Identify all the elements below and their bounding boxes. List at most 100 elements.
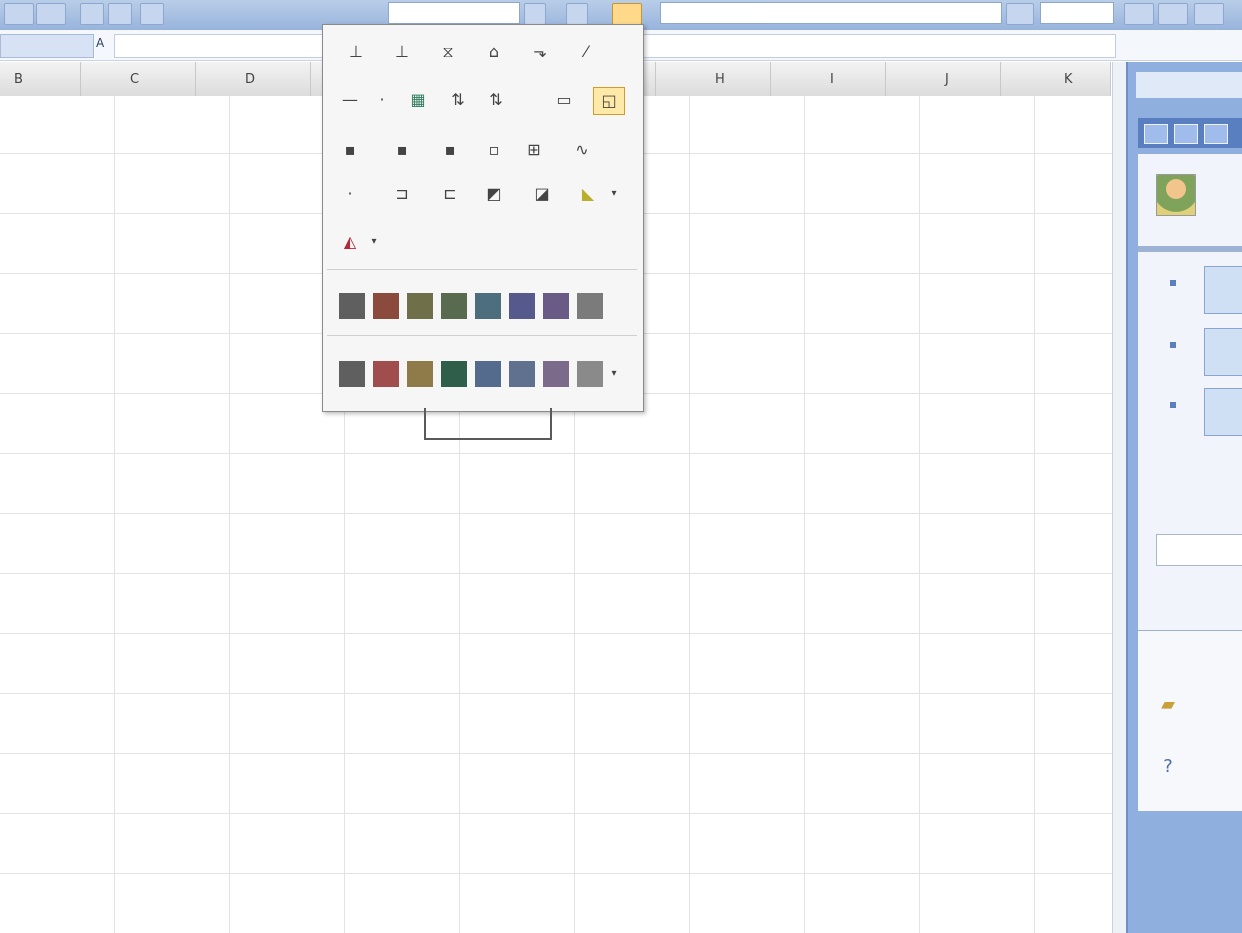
border-bottom-icon[interactable]: ⊥ bbox=[341, 39, 371, 65]
insert-function-icon[interactable]: A bbox=[96, 36, 104, 50]
bullet-icon bbox=[1170, 280, 1176, 286]
palette-row: ▪ ▪ ▪ ▫ ⊞ ∿ bbox=[331, 137, 631, 171]
color-swatch[interactable] bbox=[339, 361, 365, 387]
color-swatch[interactable] bbox=[509, 361, 535, 387]
color-swatch[interactable] bbox=[577, 293, 603, 319]
name-box[interactable] bbox=[0, 34, 94, 58]
border-thick-icon[interactable]: ⧖ bbox=[433, 39, 463, 65]
color-swatch[interactable] bbox=[577, 361, 603, 387]
vertical-scrollbar[interactable] bbox=[1112, 62, 1127, 933]
color-swatch[interactable] bbox=[475, 361, 501, 387]
dash-icon[interactable]: — bbox=[335, 87, 365, 113]
column-label: J bbox=[945, 72, 949, 87]
style-select[interactable] bbox=[660, 2, 1002, 24]
column-header[interactable]: D bbox=[195, 62, 311, 96]
toolbar-button[interactable] bbox=[108, 3, 132, 25]
swatch-row: ▾ bbox=[333, 357, 633, 391]
home-button[interactable] bbox=[1204, 124, 1228, 144]
color-swatch[interactable] bbox=[373, 361, 399, 387]
wave-icon[interactable]: ∿ bbox=[567, 137, 597, 163]
border-style-icon[interactable]: ◱ bbox=[593, 87, 625, 115]
border-diagonal-icon[interactable]: ⬎ bbox=[525, 39, 555, 65]
column-label: H bbox=[715, 72, 725, 87]
column-label: I bbox=[830, 72, 834, 87]
color-swatch[interactable] bbox=[509, 293, 535, 319]
toolbar-button[interactable] bbox=[1124, 3, 1154, 25]
sort-icon[interactable]: ⇅ bbox=[443, 87, 473, 113]
column-header[interactable]: K bbox=[1000, 62, 1111, 96]
color-swatch[interactable] bbox=[441, 361, 467, 387]
border-top-icon[interactable]: ⌂ bbox=[479, 39, 509, 65]
chevron-down-icon[interactable]: ▾ bbox=[607, 361, 621, 387]
borders-dropdown-button[interactable] bbox=[612, 3, 642, 25]
grid-icon[interactable]: ⊞ bbox=[519, 137, 549, 163]
color-swatch[interactable] bbox=[441, 293, 467, 319]
square-icon[interactable]: ▪ bbox=[335, 137, 365, 163]
fill-color-icon[interactable]: ◣ bbox=[573, 181, 603, 207]
borders-palette: ⊥ ⊥ ⧖ ⌂ ⬎ ⁄ — · ▦ ⇅ ⇅ ▭ ◱ ▪ ▪ ▪ ▫ ⊞ ∿ · … bbox=[322, 24, 644, 412]
bullet-icon bbox=[1170, 342, 1176, 348]
color-swatch[interactable] bbox=[373, 293, 399, 319]
task-pane-section: ▰ ? bbox=[1138, 630, 1242, 811]
square-icon[interactable]: ▪ bbox=[387, 137, 417, 163]
clip-art-icon bbox=[1156, 174, 1196, 216]
palette-row: · ⊐ ⊏ ◩ ◪ ◣ ▾ bbox=[331, 181, 631, 215]
color-swatch[interactable] bbox=[407, 293, 433, 319]
split-square-icon[interactable]: ◪ bbox=[527, 181, 557, 207]
back-button[interactable] bbox=[1144, 124, 1168, 144]
column-header[interactable]: I bbox=[770, 62, 886, 96]
bracket-left-icon[interactable]: ⊏ bbox=[435, 181, 465, 207]
palette-drag-handle[interactable] bbox=[424, 408, 552, 440]
color-swatch[interactable] bbox=[543, 361, 569, 387]
column-header[interactable]: J bbox=[885, 62, 1001, 96]
column-header[interactable]: B bbox=[0, 62, 81, 96]
bracket-right-icon[interactable]: ⊐ bbox=[387, 181, 417, 207]
column-header[interactable]: H bbox=[655, 62, 771, 96]
font-name-select[interactable] bbox=[388, 2, 520, 24]
column-header[interactable]: C bbox=[80, 62, 196, 96]
square-icon[interactable]: ▪ bbox=[435, 137, 465, 163]
toolbar-button[interactable] bbox=[1194, 3, 1224, 25]
dot-icon[interactable]: · bbox=[367, 87, 397, 113]
outline-icon[interactable]: ▫ bbox=[479, 137, 509, 163]
color-swatch[interactable] bbox=[339, 293, 365, 319]
task-pane-divider bbox=[1138, 246, 1242, 252]
color-swatch[interactable] bbox=[407, 361, 433, 387]
task-link[interactable] bbox=[1204, 266, 1242, 314]
toolbar-button[interactable] bbox=[4, 3, 34, 25]
draw-line-icon[interactable]: ⁄ bbox=[571, 39, 601, 65]
palette-divider bbox=[327, 269, 637, 270]
swatch-row bbox=[333, 289, 633, 323]
chevron-down-icon[interactable]: ▾ bbox=[367, 229, 381, 255]
column-label: B bbox=[14, 72, 23, 87]
color-swatch[interactable] bbox=[543, 293, 569, 319]
search-input[interactable] bbox=[1156, 534, 1242, 566]
toolbar-button[interactable] bbox=[80, 3, 104, 25]
fill-icon[interactable]: ▦ bbox=[403, 87, 433, 113]
task-link[interactable] bbox=[1204, 328, 1242, 376]
task-pane-header bbox=[1136, 72, 1242, 98]
help-icon[interactable]: ? bbox=[1156, 755, 1180, 779]
task-pane-nav bbox=[1138, 118, 1242, 148]
split-square-icon[interactable]: ◩ bbox=[479, 181, 509, 207]
box-icon[interactable]: ▭ bbox=[549, 87, 579, 113]
toolbar-button[interactable] bbox=[36, 3, 66, 25]
toolbar-button[interactable] bbox=[1006, 3, 1034, 25]
toolbar-button[interactable] bbox=[566, 3, 588, 25]
font-color-icon[interactable]: ◭ bbox=[335, 229, 365, 255]
toolbar-button[interactable] bbox=[1158, 3, 1188, 25]
font-size-select[interactable] bbox=[1040, 2, 1114, 24]
color-swatch[interactable] bbox=[475, 293, 501, 319]
sort-icon[interactable]: ⇅ bbox=[481, 87, 511, 113]
forward-button[interactable] bbox=[1174, 124, 1198, 144]
folder-icon[interactable]: ▰ bbox=[1156, 693, 1180, 717]
toolbar-button[interactable] bbox=[140, 3, 164, 25]
task-link[interactable] bbox=[1204, 388, 1242, 436]
border-bottom-double-icon[interactable]: ⊥ bbox=[387, 39, 417, 65]
column-label: D bbox=[245, 72, 256, 87]
palette-row: — · ▦ ⇅ ⇅ ▭ ◱ bbox=[331, 87, 631, 121]
dot-icon[interactable]: · bbox=[335, 181, 365, 207]
palette-row: ⊥ ⊥ ⧖ ⌂ ⬎ ⁄ bbox=[331, 39, 631, 73]
font-dropdown-button[interactable] bbox=[524, 3, 546, 25]
chevron-down-icon[interactable]: ▾ bbox=[607, 181, 621, 207]
